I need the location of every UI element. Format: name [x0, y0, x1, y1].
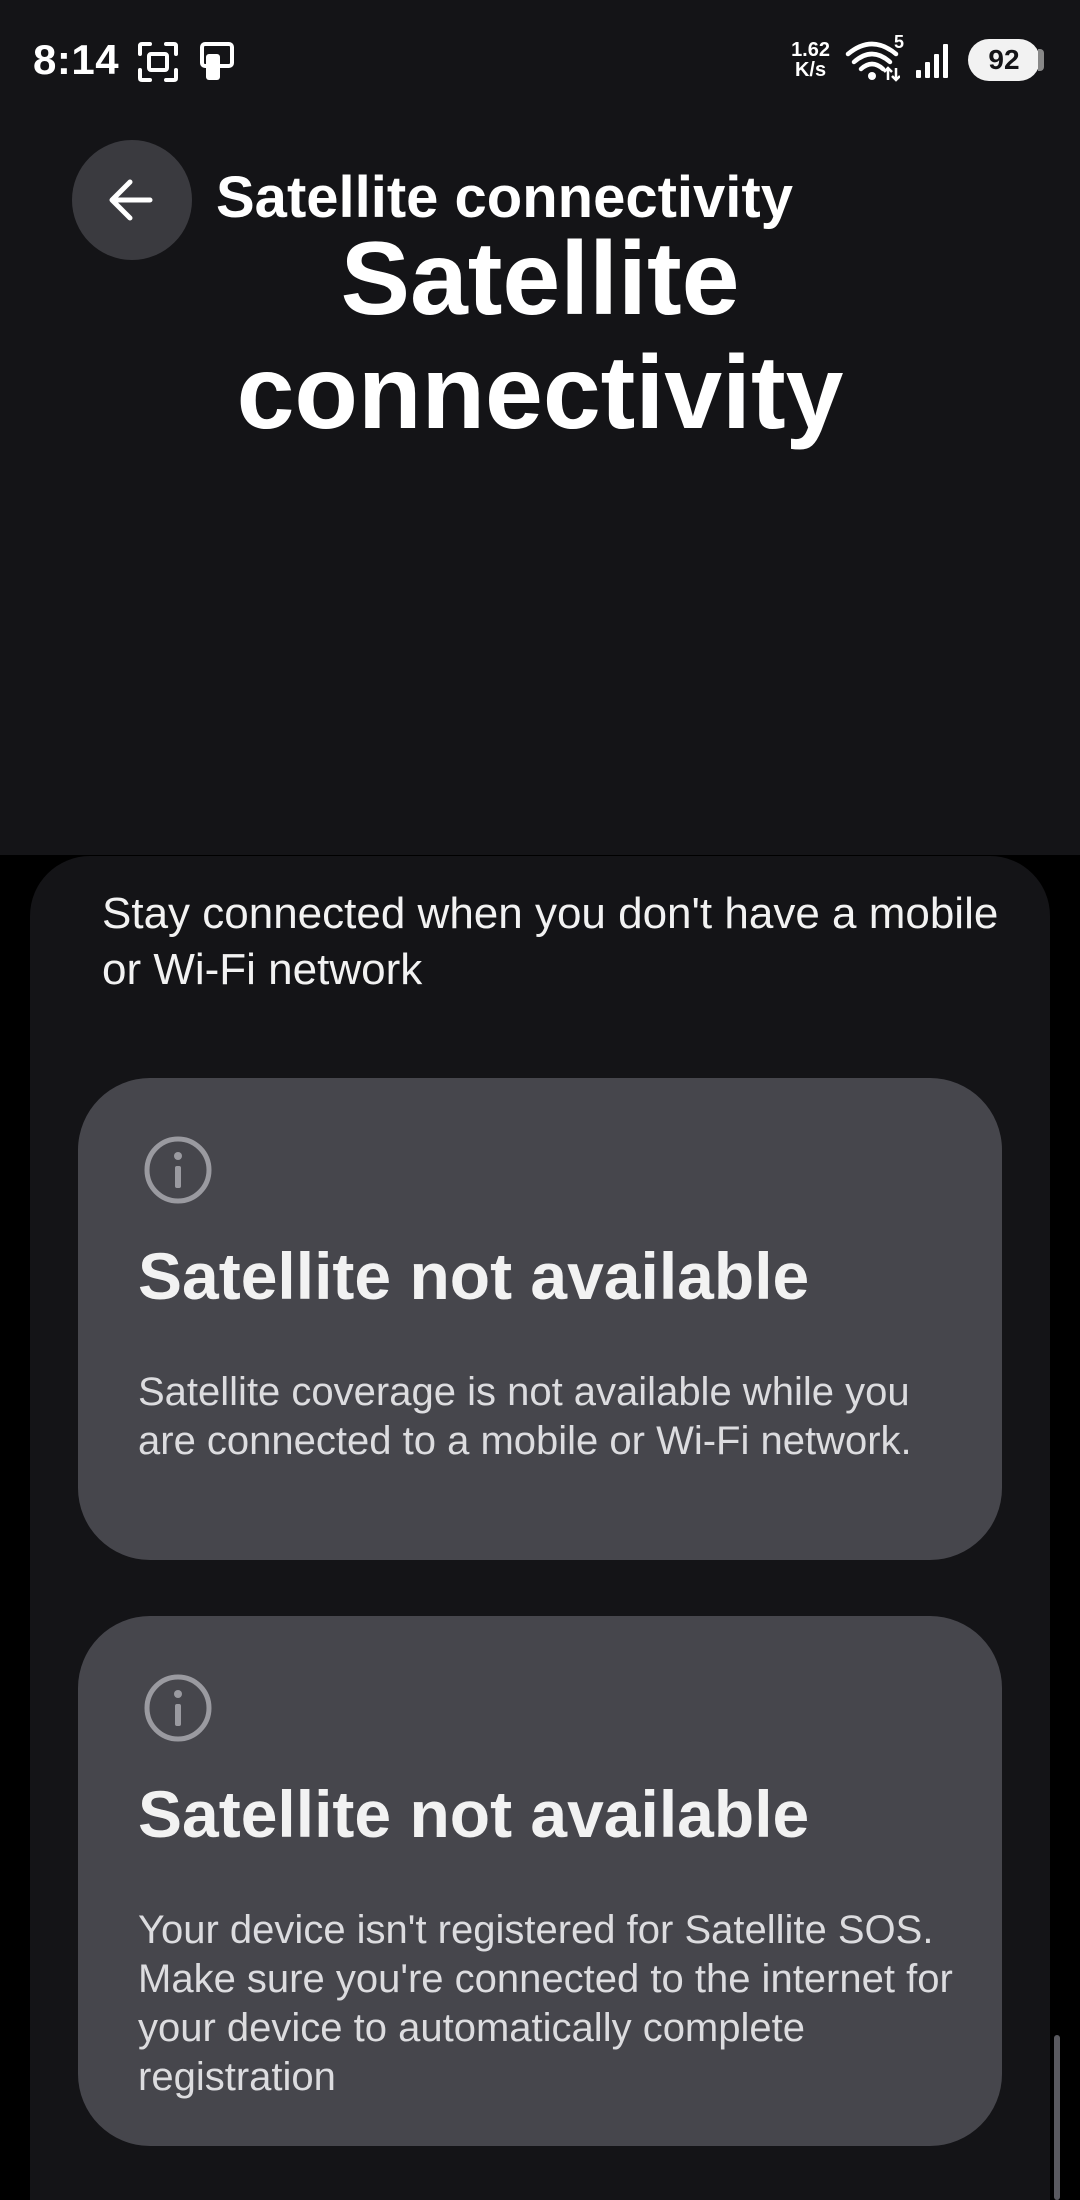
wifi-indicator: 5 — [844, 32, 904, 82]
phone-link-icon — [200, 42, 234, 80]
status-card: Satellite not available Satellite covera… — [78, 1078, 1002, 1560]
battery-level: 92 — [988, 44, 1020, 75]
wifi-icon — [845, 41, 900, 82]
scrollbar[interactable] — [1054, 2035, 1060, 2200]
arrow-left-icon — [109, 179, 153, 221]
status-time: 8:14 — [33, 36, 120, 83]
status-system-icons: 1.62 K/s 5 92 — [791, 32, 1044, 82]
status-card: Satellite not available Your device isn'… — [78, 1616, 1002, 2146]
card-title: Satellite not available — [138, 1777, 810, 1851]
battery-indicator: 92 — [968, 39, 1044, 81]
page-title-line-1: Satellite — [340, 221, 740, 337]
info-icon — [144, 1674, 212, 1742]
network-speed-value: 1.62 — [791, 39, 830, 61]
intro-text: Stay connected when you don't have a mob… — [102, 889, 999, 994]
screen: 8:14 1.62 K/s 5 92 Satellite connectivit… — [0, 0, 1080, 2200]
wifi-badge: 5 — [893, 32, 904, 52]
status-notification-icons — [136, 40, 238, 84]
card-title: Satellite not available — [138, 1239, 810, 1313]
screen-capture-icon — [138, 42, 178, 82]
card-description: Satellite coverage is not available whil… — [138, 1370, 912, 1463]
network-speed-unit: K/s — [794, 59, 827, 81]
card-description: Your device isn't registered for Satelli… — [138, 1908, 953, 2099]
content-panel[interactable]: Stay connected when you don't have a mob… — [30, 856, 1050, 2200]
cellular-signal-icon — [916, 44, 948, 78]
header-area: 8:14 1.62 K/s 5 92 Satellite connectivit… — [0, 0, 1080, 855]
page-title: Satellite connectivity — [0, 222, 1080, 450]
network-speed: 1.62 K/s — [791, 40, 830, 80]
info-icon — [144, 1136, 212, 1204]
page-title-line-2: connectivity — [236, 335, 844, 451]
status-bar: 8:14 1.62 K/s 5 92 — [0, 0, 1080, 125]
